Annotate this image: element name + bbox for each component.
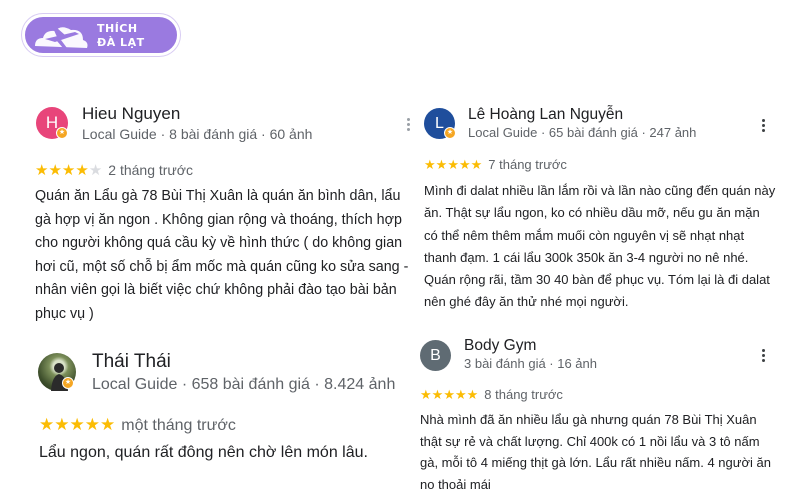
star-rating: ★★★★★ 2 tháng trước [35, 161, 193, 179]
star-icon: ★ [466, 387, 479, 402]
local-guide-badge-icon: ★ [62, 377, 74, 389]
star-icon: ★ [458, 157, 471, 172]
reviewer-meta: Local Guide · 658 bài đánh giá · 8.424 ả… [92, 376, 396, 393]
local-guide-badge-icon: ★ [56, 127, 68, 139]
thich-da-lat-logo: THÍCH ĐÀ LẠT [22, 14, 180, 56]
star-icon: ★ [75, 162, 89, 179]
avatar-initial: L [435, 114, 444, 132]
more-options-icon[interactable] [760, 119, 766, 132]
airplane-cloud-icon [35, 27, 88, 48]
star-icon: ★ [435, 157, 448, 172]
review-text: Quán ăn Lẩu gà 78 Bùi Thị Xuân là quán ă… [35, 188, 409, 322]
star-icon: ★ [39, 415, 55, 434]
star-icon: ★ [100, 415, 116, 434]
review-text: Mình đi dalat nhiều lần lắm rồi và lần n… [424, 183, 776, 310]
reviewer-name[interactable]: Lê Hoàng Lan Nguyễn [468, 106, 623, 124]
more-options-icon[interactable] [760, 349, 766, 362]
review-time: một tháng trước [121, 417, 236, 434]
star-icon: ★ [35, 162, 49, 179]
reviewer-meta: Local Guide · 65 bài đánh giá · 247 ảnh [468, 125, 697, 140]
star-icon: ★ [424, 157, 436, 172]
reviewer-name[interactable]: Thái Thái [92, 351, 171, 373]
more-options-icon[interactable] [405, 118, 411, 131]
star-icon: ★ [420, 387, 432, 402]
star-empty-icon: ★ [88, 162, 103, 179]
review-text: Lẩu ngon, quán rất đông nên chờ lên món … [39, 444, 368, 461]
avatar-initial: B [430, 346, 441, 364]
reviewer-name[interactable]: Hieu Nguyen [82, 104, 180, 124]
review-time: 7 tháng trước [488, 157, 567, 172]
review-time: 2 tháng trước [108, 162, 193, 178]
star-icon: ★ [431, 387, 444, 402]
star-icon: ★ [447, 157, 459, 172]
star-icon: ★ [61, 162, 76, 179]
review-text: Nhà mình đã ăn nhiều lẩu gà nhưng quán 7… [420, 412, 771, 492]
review-time: 8 tháng trước [484, 387, 563, 402]
local-guide-badge-icon: ★ [444, 127, 456, 139]
reviewer-meta: 3 bài đánh giá · 16 ảnh [464, 356, 597, 371]
logo-line-2: ĐÀ LẠT [97, 36, 145, 49]
star-icon: ★ [69, 415, 85, 434]
star-rating: ★★★★★ 7 tháng trước [424, 157, 567, 173]
avatar[interactable]: B [420, 340, 451, 371]
star-icon: ★ [84, 415, 100, 434]
star-rating: ★★★★★ 8 tháng trước [420, 387, 563, 403]
reviewer-name[interactable]: Body Gym [464, 337, 536, 355]
star-icon: ★ [48, 162, 62, 179]
star-icon: ★ [54, 415, 70, 434]
star-rating: ★★★★★ một tháng trước [39, 415, 236, 435]
star-icon: ★ [470, 157, 483, 172]
star-icon: ★ [443, 387, 455, 402]
logo-line-1: THÍCH [97, 22, 138, 35]
star-icon: ★ [454, 387, 467, 402]
reviewer-meta: Local Guide · 8 bài đánh giá · 60 ảnh [82, 126, 313, 142]
